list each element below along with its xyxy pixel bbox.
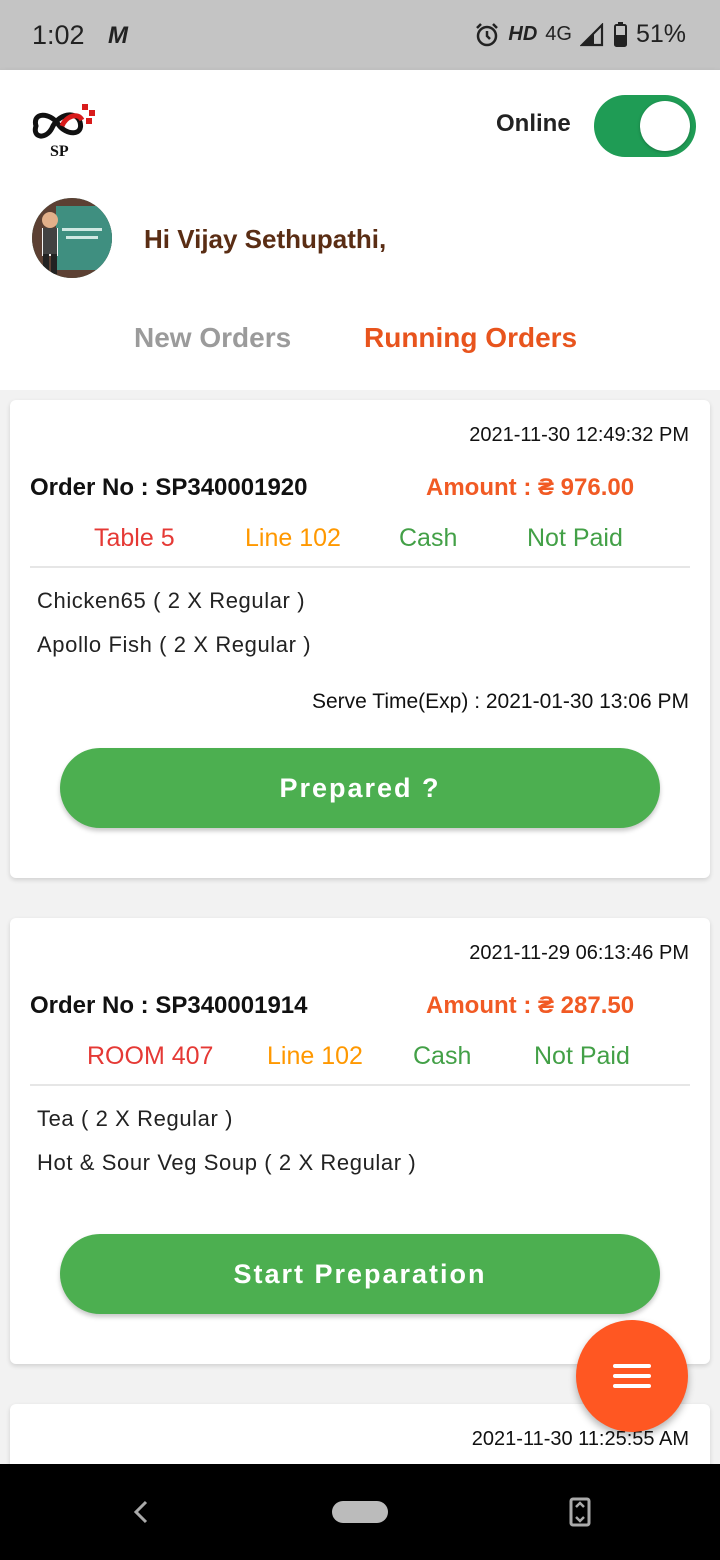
order-card: 2021-11-29 06:13:46 PM Order No : SP3400… (10, 918, 710, 1364)
network-type: 4G (545, 23, 572, 45)
divider (30, 1084, 690, 1086)
order-line: Line 102 (245, 524, 341, 552)
prepared-button[interactable]: Prepared ? (60, 748, 660, 828)
app-header: SP Online (0, 70, 720, 182)
payment-method: Cash (413, 1042, 472, 1070)
status-right: HD 4G 51% (474, 20, 686, 49)
battery-icon (613, 21, 627, 47)
order-item: Hot & Sour Veg Soup ( 2 X Regular ) (37, 1150, 417, 1175)
signal-icon (579, 22, 604, 46)
status-bar: 1:02 M HD 4G 51% (0, 0, 720, 70)
order-number: Order No : SP340001914 (30, 992, 308, 1019)
order-timestamp: 2021-11-30 12:49:32 PM (469, 424, 689, 446)
order-item: Apollo Fish ( 2 X Regular ) (37, 632, 312, 657)
serve-time: Serve Time(Exp) : 2021-01-30 13:06 PM (311, 690, 689, 713)
order-item: Chicken65 ( 2 X Regular ) (37, 588, 306, 613)
order-item: Tea ( 2 X Regular ) (37, 1106, 234, 1131)
payment-status: Not Paid (527, 524, 623, 552)
home-icon[interactable] (332, 1501, 388, 1523)
order-amount: Amount : ₴ 976.00 (426, 474, 635, 501)
rotate-icon[interactable] (566, 1495, 594, 1529)
greeting-text: Hi Vijay Sethupathi, (144, 224, 387, 254)
tab-new-orders[interactable]: New Orders (134, 322, 291, 354)
carrier-icon: M (108, 22, 128, 49)
order-timestamp: 2021-11-29 06:13:46 PM (469, 942, 689, 964)
status-time: 1:02 (32, 20, 85, 50)
greeting-section: Hi Vijay Sethupathi, New Orders Running … (0, 182, 720, 390)
order-amount: Amount : ₴ 287.50 (426, 992, 635, 1019)
order-location: ROOM 407 (87, 1042, 214, 1070)
payment-status: Not Paid (534, 1042, 630, 1070)
app-logo: SP (32, 104, 95, 158)
battery-level: 51% (635, 20, 686, 48)
menu-fab[interactable] (576, 1320, 688, 1432)
hd-indicator: HD (508, 23, 538, 45)
online-toggle[interactable] (594, 95, 696, 157)
order-number: Order No : SP340001920 (30, 474, 308, 501)
payment-method: Cash (399, 524, 458, 552)
system-nav-bar (0, 1464, 720, 1560)
order-timestamp: 2021-11-30 11:25:55 AM (471, 1428, 689, 1450)
avatar[interactable] (32, 198, 112, 278)
logo-text: SP (50, 143, 69, 158)
order-location: Table 5 (94, 524, 175, 552)
toggle-knob (640, 101, 690, 151)
avatar-image (32, 198, 112, 278)
online-label: Online (496, 110, 571, 137)
alarm-icon (476, 22, 499, 46)
start-preparation-button[interactable]: Start Preparation (60, 1234, 660, 1314)
divider (30, 566, 690, 568)
tab-running-orders[interactable]: Running Orders (364, 322, 577, 354)
order-line: Line 102 (267, 1042, 363, 1070)
back-icon[interactable] (128, 1496, 152, 1528)
order-card: 2021-11-30 12:49:32 PM Order No : SP3400… (10, 400, 710, 878)
